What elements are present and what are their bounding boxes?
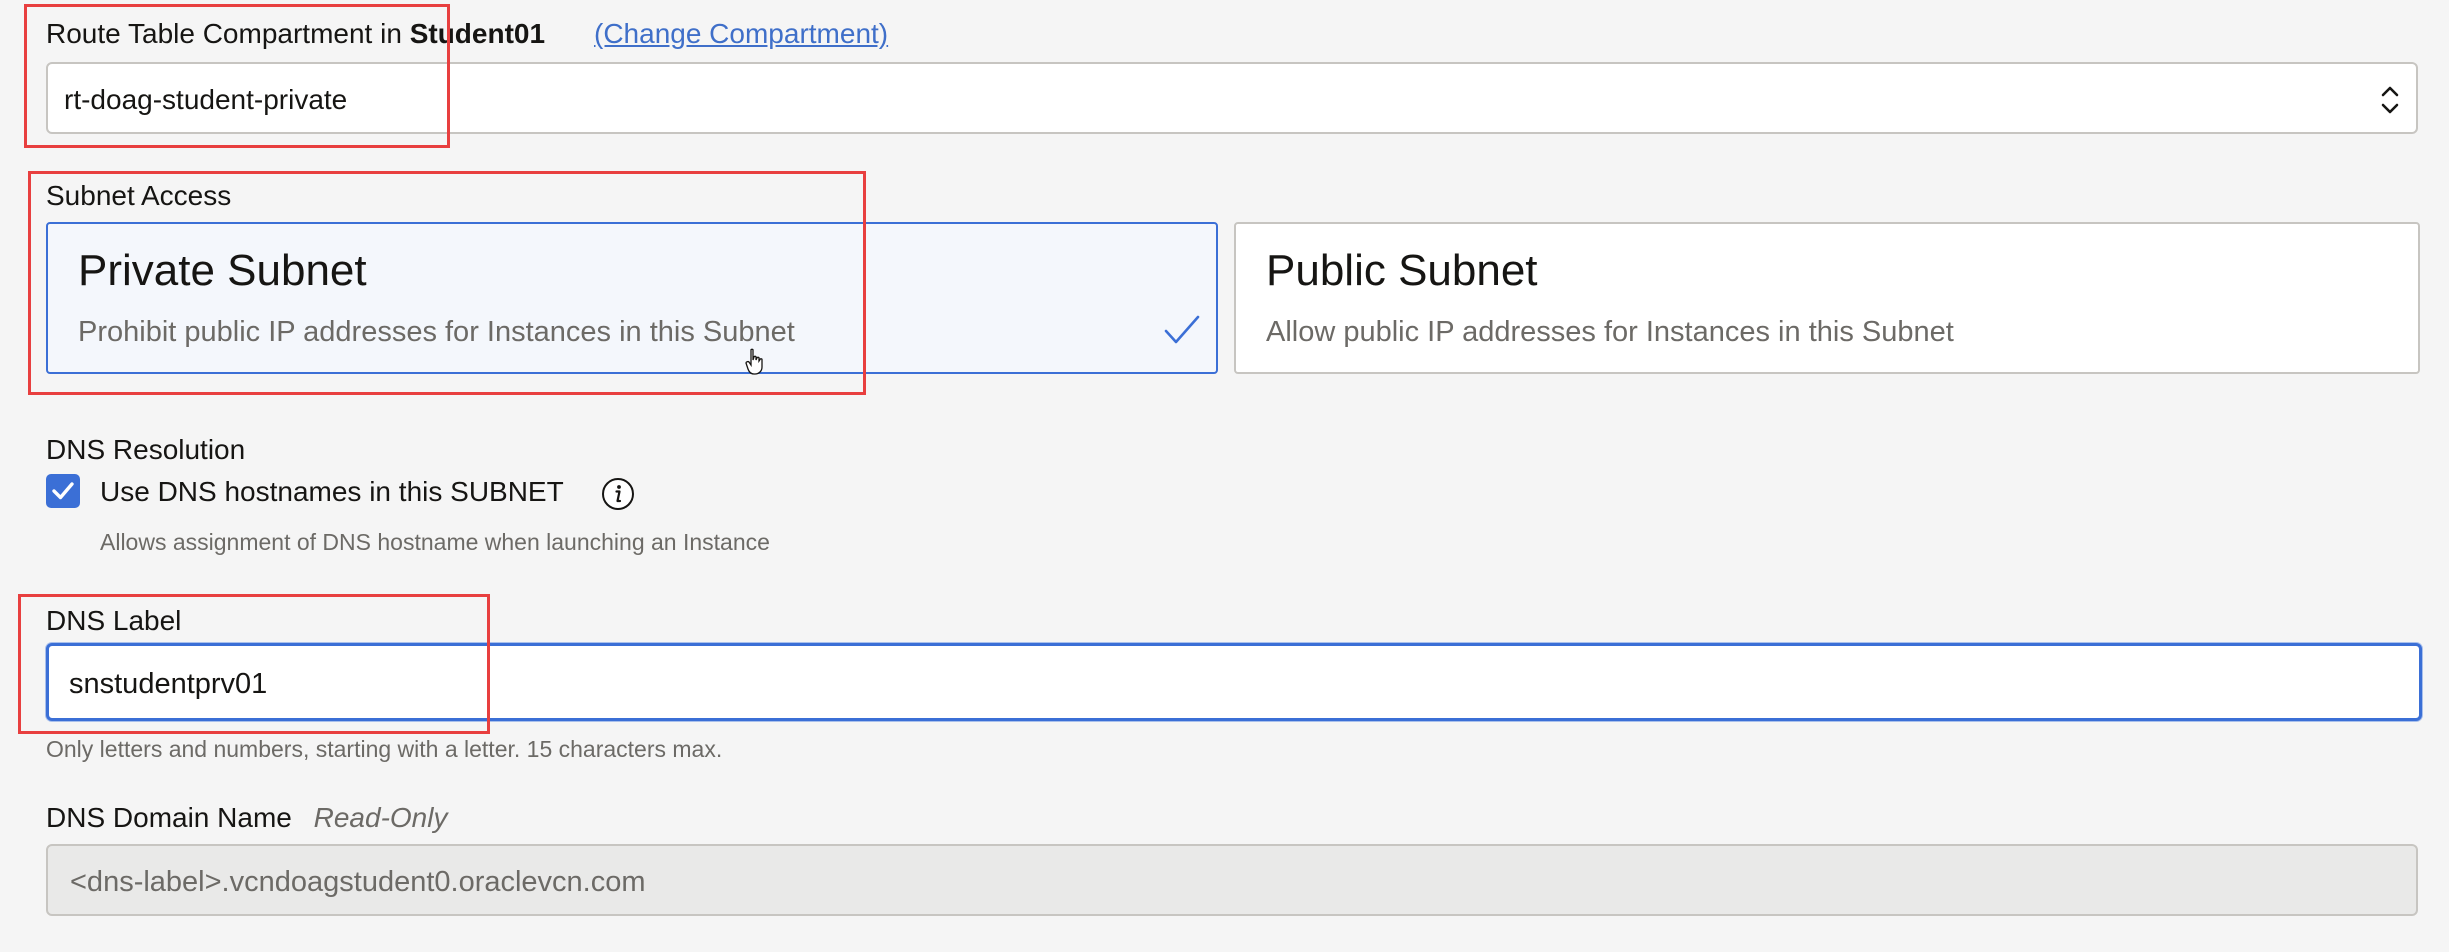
updown-chevron-icon xyxy=(2381,86,2399,114)
route-table-label-prefix: Route Table Compartment in xyxy=(46,18,402,49)
dns-domain-name-field: <dns-label>.vcndoagstudent0.oraclevcn.co… xyxy=(46,844,2418,916)
checkmark-icon xyxy=(1164,315,1200,344)
private-subnet-description: Prohibit public IP addresses for Instanc… xyxy=(78,316,795,348)
route-table-select-value: rt-doag-student-private xyxy=(64,84,348,115)
route-table-select[interactable]: rt-doag-student-private xyxy=(46,62,2418,134)
dns-label-hint: Only letters and numbers, starting with … xyxy=(46,736,723,762)
dns-domain-name-value: <dns-label>.vcndoagstudent0.oraclevcn.co… xyxy=(70,866,646,898)
info-icon[interactable] xyxy=(601,477,635,511)
dns-label-input[interactable]: snstudentprv01 xyxy=(46,643,2422,721)
dns-label-label: DNS Label xyxy=(46,605,182,636)
dns-hostnames-help-text: Allows assignment of DNS hostname when l… xyxy=(100,529,770,555)
dns-domain-name-text: DNS Domain Name xyxy=(46,802,292,833)
checkbox-check-icon xyxy=(52,482,74,500)
dns-label-input-value: snstudentprv01 xyxy=(69,668,268,700)
read-only-tag: Read-Only xyxy=(313,802,448,833)
use-dns-hostnames-checkbox[interactable] xyxy=(46,474,80,508)
public-subnet-description: Allow public IP addresses for Instances … xyxy=(1266,316,1954,348)
hand-cursor-icon xyxy=(745,348,763,375)
use-dns-hostnames-label[interactable]: Use DNS hostnames in this SUBNET xyxy=(100,476,564,508)
change-compartment-link[interactable]: (Change Compartment) xyxy=(594,18,888,50)
compartment-name: Student01 xyxy=(409,18,546,49)
private-subnet-title: Private Subnet xyxy=(78,246,367,295)
subnet-access-label: Subnet Access xyxy=(46,180,232,211)
public-subnet-option[interactable]: Public Subnet Allow public IP addresses … xyxy=(1234,222,2420,374)
dns-resolution-label: DNS Resolution xyxy=(46,434,246,465)
dns-domain-name-label: DNS Domain Name Read-Only xyxy=(46,802,447,834)
private-subnet-option[interactable]: Private Subnet Prohibit public IP addres… xyxy=(46,222,1218,374)
route-table-compartment-label: Route Table Compartment in Student01 xyxy=(46,18,545,50)
public-subnet-title: Public Subnet xyxy=(1266,246,1538,295)
